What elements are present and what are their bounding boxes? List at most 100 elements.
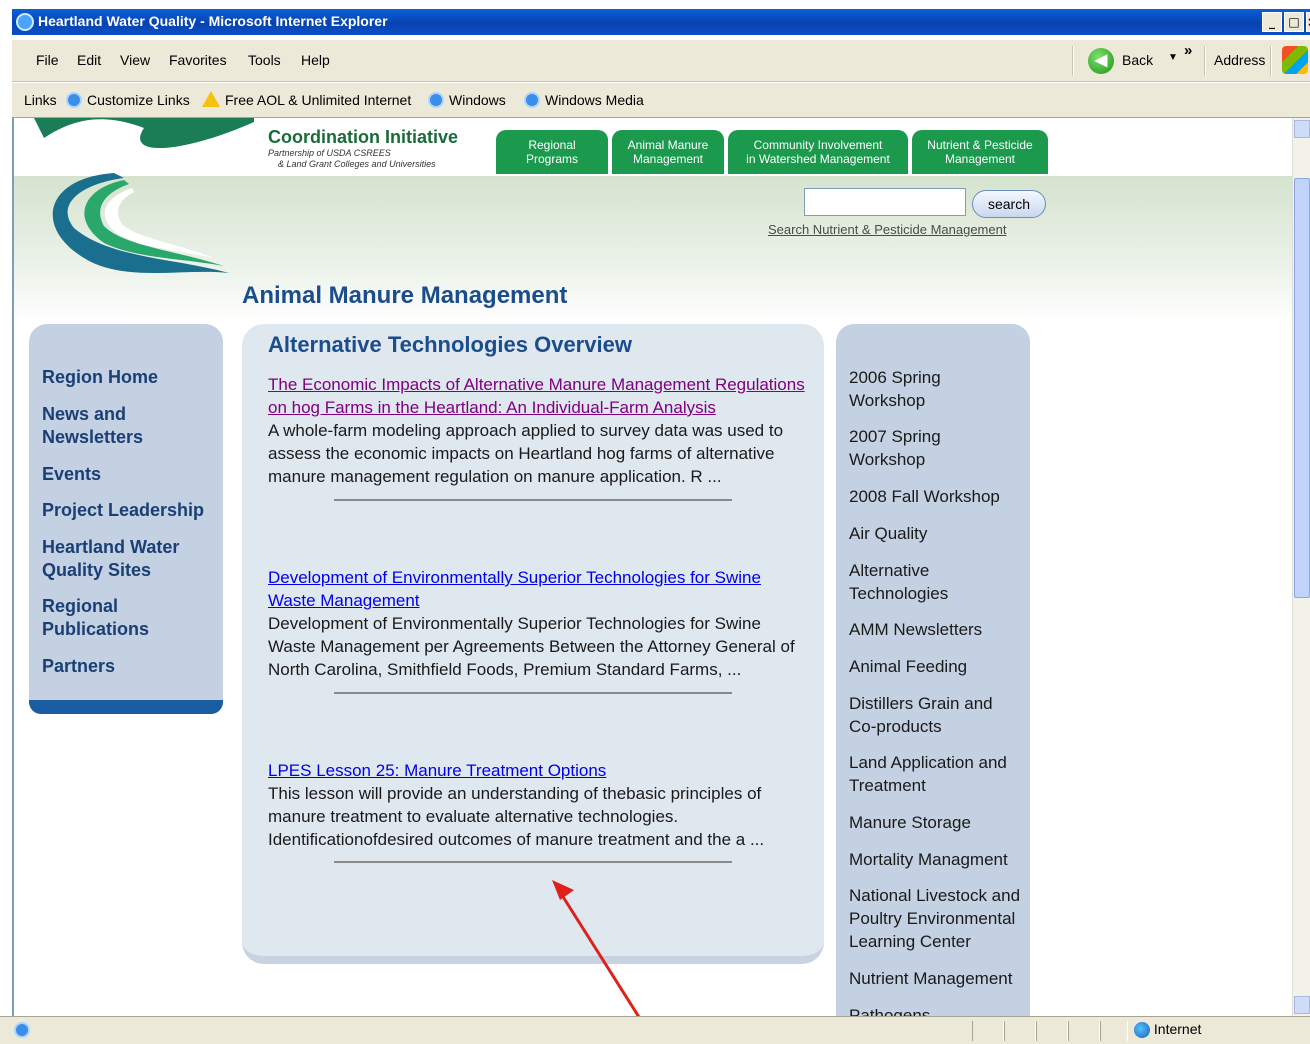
window-title: Heartland Water Quality - Microsoft Inte… — [38, 13, 388, 29]
sidebar-item-project-leadership[interactable]: Project Leadership — [42, 499, 204, 522]
tab-nutrient-pesticide[interactable]: Nutrient & Pesticide Management — [912, 130, 1048, 174]
site-logo[interactable]: Coordination Initiative Partnership of U… — [268, 127, 458, 170]
menu-edit[interactable]: Edit — [77, 52, 101, 68]
link-windows-media-label: Windows Media — [545, 92, 644, 108]
sidebar-item-hwq-sites[interactable]: Heartland Water Quality Sites — [42, 536, 192, 582]
tab-animal-manure-management[interactable]: Animal Manure Management — [612, 130, 724, 174]
windows-logo-icon — [1282, 46, 1308, 74]
search-button[interactable]: search — [972, 190, 1046, 218]
sidebar-item-events[interactable]: Events — [42, 463, 101, 486]
zone-indicator: Internet — [1134, 1021, 1202, 1039]
search-scope-link[interactable]: Search Nutrient & Pesticide Management — [768, 222, 1006, 237]
logo-title: Coordination Initiative — [268, 127, 459, 147]
aol-triangle-icon — [202, 91, 220, 107]
rightnav-item[interactable]: AMM Newsletters — [849, 618, 982, 641]
article-description: This lesson will provide an understandin… — [268, 784, 765, 849]
vertical-scrollbar[interactable] — [1292, 118, 1310, 1016]
rightnav-item[interactable]: Mortality Managment — [849, 848, 1008, 871]
content-panel: Alternative Technologies Overview The Ec… — [242, 324, 824, 964]
sidebar-item-news[interactable]: News and Newsletters — [42, 403, 162, 449]
menu-tools[interactable]: Tools — [248, 52, 281, 68]
rightnav-item[interactable]: 2006 Spring Workshop — [849, 366, 959, 412]
article-item: LPES Lesson 25: Manure Treatment Options… — [268, 759, 808, 851]
article-description: Development of Environmentally Superior … — [268, 614, 795, 679]
toolbar-separator-3 — [1270, 46, 1272, 76]
ie-logo-icon — [16, 13, 34, 31]
rightnav-item[interactable]: Pathogens — [849, 1004, 930, 1016]
status-cell — [1004, 1021, 1036, 1041]
ie-page-icon — [524, 92, 540, 108]
link-free-aol-label: Free AOL & Unlimited Internet — [225, 92, 412, 108]
tab-label-line2: Management — [632, 152, 704, 166]
link-windows-media[interactable]: Windows Media — [524, 92, 644, 108]
tab-community-involvement[interactable]: Community Involvement in Watershed Manag… — [728, 130, 908, 174]
minimize-button[interactable]: _ — [1262, 12, 1282, 32]
ie-page-icon — [66, 92, 82, 108]
zone-label: Internet — [1153, 1021, 1202, 1037]
menu-view[interactable]: View — [120, 52, 150, 68]
rightnav-item[interactable]: Alternative Technologies — [849, 559, 959, 605]
rightnav-item[interactable]: Animal Feeding — [849, 655, 967, 678]
link-customize-links[interactable]: Customize Links — [66, 92, 190, 108]
rightnav-item[interactable]: Air Quality — [849, 522, 927, 545]
globe-icon — [1134, 1022, 1150, 1039]
article-title-link[interactable]: The Economic Impacts of Alternative Manu… — [268, 373, 808, 419]
article-title-link[interactable]: Development of Environmentally Superior … — [268, 566, 808, 612]
page-viewport: Coordination Initiative Partnership of U… — [12, 118, 1310, 1016]
rightnav-item[interactable]: Land Application and Treatment — [849, 751, 1019, 797]
dropdown-arrow-icon[interactable]: ▼ — [1168, 52, 1178, 63]
article-title-link[interactable]: LPES Lesson 25: Manure Treatment Options — [268, 759, 808, 782]
article-divider — [334, 861, 732, 863]
rightnav-item[interactable]: Nutrient Management — [849, 967, 1012, 990]
sidebar-item-region-home[interactable]: Region Home — [42, 366, 158, 389]
rightnav-item[interactable]: Distillers Grain and Co-products — [849, 692, 1009, 738]
scrollbar-thumb[interactable] — [1294, 178, 1310, 598]
menu-favorites[interactable]: Favorites — [169, 52, 227, 68]
menu-file[interactable]: File — [36, 52, 59, 68]
scroll-up-button[interactable] — [1294, 120, 1310, 138]
tab-label-line2: Management — [944, 152, 1016, 166]
status-bar: Internet — [0, 1016, 1310, 1044]
web-page: Coordination Initiative Partnership of U… — [14, 118, 1294, 1016]
article-item: The Economic Impacts of Alternative Manu… — [268, 373, 808, 488]
status-cell — [1036, 1021, 1068, 1041]
close-button[interactable]: × — [1306, 12, 1310, 32]
back-label: Back — [1122, 52, 1154, 68]
window-titlebar: Heartland Water Quality - Microsoft Inte… — [0, 0, 1310, 44]
rightnav-item[interactable]: 2008 Fall Workshop — [849, 485, 1000, 508]
maximize-button[interactable]: □ — [1284, 12, 1304, 32]
link-windows-label: Windows — [449, 92, 506, 108]
search-input[interactable] — [804, 188, 966, 216]
status-cell — [972, 1021, 1004, 1041]
tab-label-line2: in Watershed Management — [746, 152, 890, 166]
toolbar-separator — [1072, 46, 1074, 76]
article-divider — [334, 499, 732, 501]
status-cell — [1068, 1021, 1100, 1041]
toolbar-overflow[interactable]: » — [1184, 42, 1192, 59]
rightnav-item[interactable]: 2007 Spring Workshop — [849, 425, 959, 471]
link-free-aol[interactable]: Free AOL & Unlimited Internet — [202, 91, 412, 108]
rightnav-item[interactable]: National Livestock and Poultry Environme… — [849, 884, 1021, 953]
toolbar-separator-2 — [1204, 46, 1206, 76]
back-arrow-icon: ◀ — [1088, 48, 1114, 74]
link-customize-links-label: Customize Links — [87, 92, 190, 108]
tab-label-line1: Nutrient & Pesticide — [927, 138, 1033, 152]
page-status-icon — [14, 1022, 30, 1041]
article-description: A whole-farm modeling approach applied t… — [268, 421, 784, 486]
sidebar-item-partners[interactable]: Partners — [42, 655, 115, 678]
scroll-down-button[interactable] — [1294, 996, 1310, 1014]
logo-subtitle-1: Partnership of USDA CSREES — [268, 148, 391, 158]
tab-label-line1: Regional — [528, 138, 576, 152]
menu-help[interactable]: Help — [301, 52, 330, 68]
address-label: Address — [1214, 52, 1266, 68]
page-title: Animal Manure Management — [242, 282, 568, 309]
status-cell — [1100, 1021, 1128, 1041]
right-sidebar: 2006 Spring Workshop 2007 Spring Worksho… — [836, 324, 1030, 1016]
tab-regional-programs[interactable]: Regional Programs — [496, 130, 608, 174]
rightnav-item[interactable]: Manure Storage — [849, 811, 971, 834]
ie-page-icon — [428, 92, 444, 108]
titlebar-strip: Heartland Water Quality - Microsoft Inte… — [12, 9, 1310, 35]
article-item: Development of Environmentally Superior … — [268, 566, 808, 681]
sidebar-item-regional-publications[interactable]: Regional Publications — [42, 595, 162, 641]
link-windows[interactable]: Windows — [428, 92, 506, 108]
